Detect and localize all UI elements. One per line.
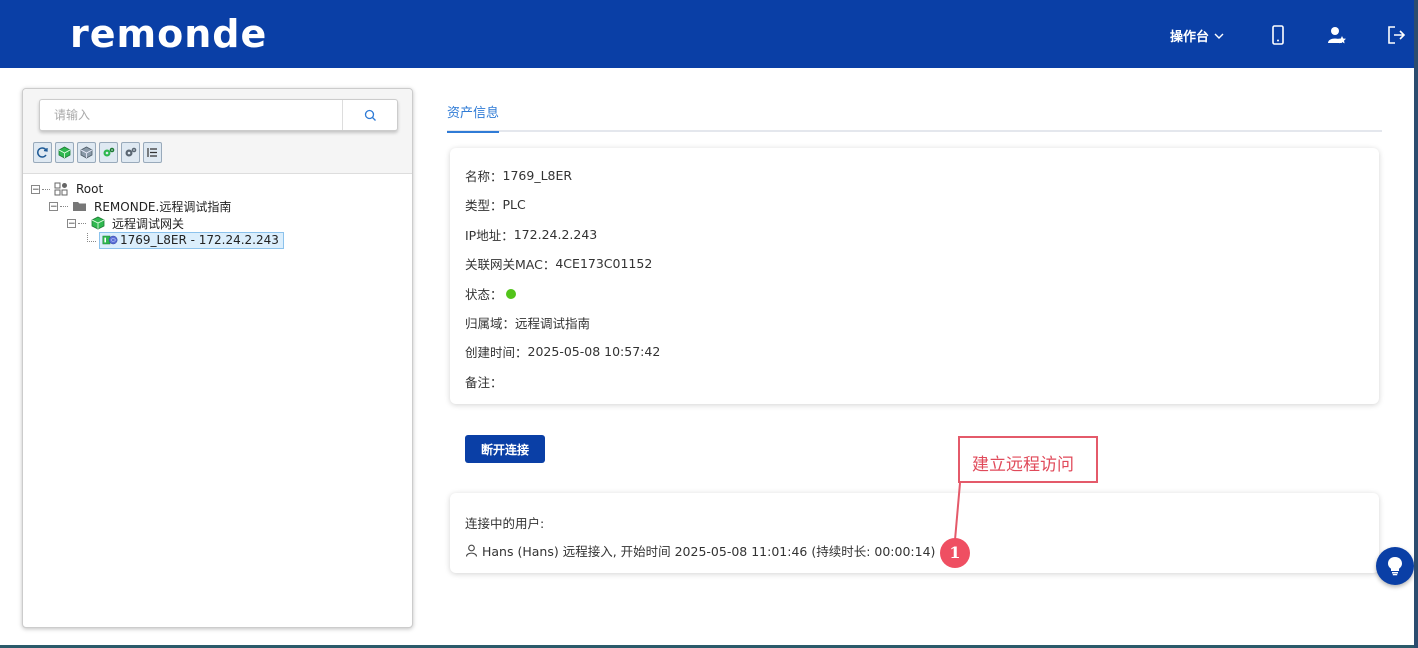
connected-users-title: 连接中的用户: [465, 516, 545, 531]
gray-cube-icon [80, 146, 93, 159]
selected-device-item[interactable]: 1769_L8ER - 172.24.2.243 [99, 231, 284, 249]
list-view-button[interactable] [143, 142, 162, 163]
add-gateway-button[interactable] [55, 142, 74, 163]
top-header: remonde 操作台 [0, 0, 1414, 68]
field-label: 状态： [465, 287, 503, 302]
field-label: 名称： [465, 169, 503, 184]
field-value: 4CE173C01152 [555, 256, 653, 271]
search-box [39, 99, 398, 131]
field-label: 类型： [465, 198, 503, 213]
connected-user-text: Hans (Hans) 远程接入, 开始时间 2025-05-08 11:01:… [482, 544, 936, 559]
root-grid-icon [54, 182, 70, 196]
search-input[interactable] [40, 100, 346, 130]
window-edge [1414, 0, 1418, 648]
step-badge: 1 [940, 538, 970, 568]
console-label: 操作台 [1170, 30, 1210, 45]
asset-info-card: 名称： 1769_L8ER 类型： PLC IP地址： 172.24.2.243 关联… [450, 148, 1379, 404]
gateway-cube-icon [90, 216, 106, 230]
app-window: remonde 操作台 请输入 − Root − REMONDE.远程调试指南 … [0, 0, 1414, 645]
field-value: 1769_L8ER [502, 168, 573, 183]
asset-name-row: 名称： 1769_L8ER [465, 166, 572, 185]
gateway-settings-button[interactable] [99, 142, 118, 163]
refresh-button[interactable] [33, 142, 52, 163]
callout-text: 建立远程访问 [972, 455, 1074, 475]
asset-domain-row: 归属域： 远程调试指南 [465, 313, 590, 332]
add-group-button[interactable] [77, 142, 96, 163]
field-value: 172.24.2.243 [513, 227, 598, 242]
field-label: 关联网关MAC： [465, 257, 556, 272]
tab-bar: 资产信息 [447, 94, 1382, 133]
tree-label: 远程调试网关 [112, 216, 185, 231]
tab-asset-info[interactable]: 资产信息 [447, 102, 500, 133]
tree-node-gateway[interactable]: − 远程调试网关 [67, 215, 184, 231]
gear-green-icon [103, 147, 115, 157]
mobile-icon[interactable] [1268, 24, 1288, 46]
asset-note-row: 备注： [465, 372, 503, 391]
plc-icon [102, 233, 118, 247]
status-online-dot [505, 288, 516, 299]
connected-user-row: Hans (Hans) 远程接入, 开始时间 2025-05-08 11:01:… [465, 541, 935, 560]
disconnect-button[interactable]: 断开连接 [465, 435, 545, 463]
tree-panel-header [23, 89, 412, 174]
field-value: 远程调试指南 [515, 316, 591, 331]
search-icon [364, 109, 376, 121]
user-star-icon[interactable] [1327, 24, 1347, 46]
collapse-icon[interactable]: − [67, 218, 76, 228]
chevron-down-icon [1214, 33, 1224, 39]
device-settings-button[interactable] [121, 142, 140, 163]
collapse-icon[interactable]: − [31, 184, 40, 194]
field-value: PLC [502, 197, 526, 212]
field-label: IP地址： [465, 228, 514, 243]
tree-node-device[interactable]: 1769_L8ER - 172.24.2.243 [87, 231, 284, 249]
logout-icon[interactable] [1386, 24, 1406, 46]
annotation-callout: 建立远程访问 [958, 436, 1098, 483]
folder-icon [72, 199, 88, 213]
field-label: 备注： [465, 375, 503, 390]
field-label: 归属域： [465, 316, 516, 331]
tree-label: REMONDE.远程调试指南 [94, 199, 232, 214]
asset-ip-row: IP地址： 172.24.2.243 [465, 225, 597, 244]
asset-tree-panel: − Root − REMONDE.远程调试指南 − [22, 88, 413, 628]
collapse-icon[interactable]: − [49, 201, 58, 211]
list-icon [147, 148, 157, 157]
gear-gray-icon [125, 147, 137, 157]
field-label: 创建时间： [465, 345, 528, 360]
asset-mac-row: 关联网关MAC： 4CE173C01152 [465, 254, 652, 273]
green-cube-icon [58, 146, 71, 159]
tree-label: Root [76, 182, 104, 196]
tree-toolbar [33, 142, 162, 163]
connected-users-card: 连接中的用户: Hans (Hans) 远程接入, 开始时间 2025-05-0… [450, 493, 1379, 573]
console-dropdown[interactable]: 操作台 [1170, 26, 1225, 45]
asset-type-row: 类型： PLC [465, 195, 526, 214]
remonde-logo[interactable]: remonde [70, 12, 267, 56]
field-value: 2025-05-08 10:57:42 [527, 344, 661, 359]
asset-status-row: 状态： [465, 284, 516, 303]
tree-node-domain[interactable]: − REMONDE.远程调试指南 [49, 198, 231, 214]
user-icon [465, 544, 478, 557]
help-button[interactable] [1376, 547, 1414, 585]
tree-label: 1769_L8ER - 172.24.2.243 [120, 233, 279, 247]
search-button[interactable] [342, 100, 397, 130]
lightbulb-icon [1388, 557, 1402, 576]
asset-created-row: 创建时间： 2025-05-08 10:57:42 [465, 342, 660, 361]
tree-node-root[interactable]: − Root [31, 181, 103, 197]
refresh-icon [37, 147, 48, 158]
